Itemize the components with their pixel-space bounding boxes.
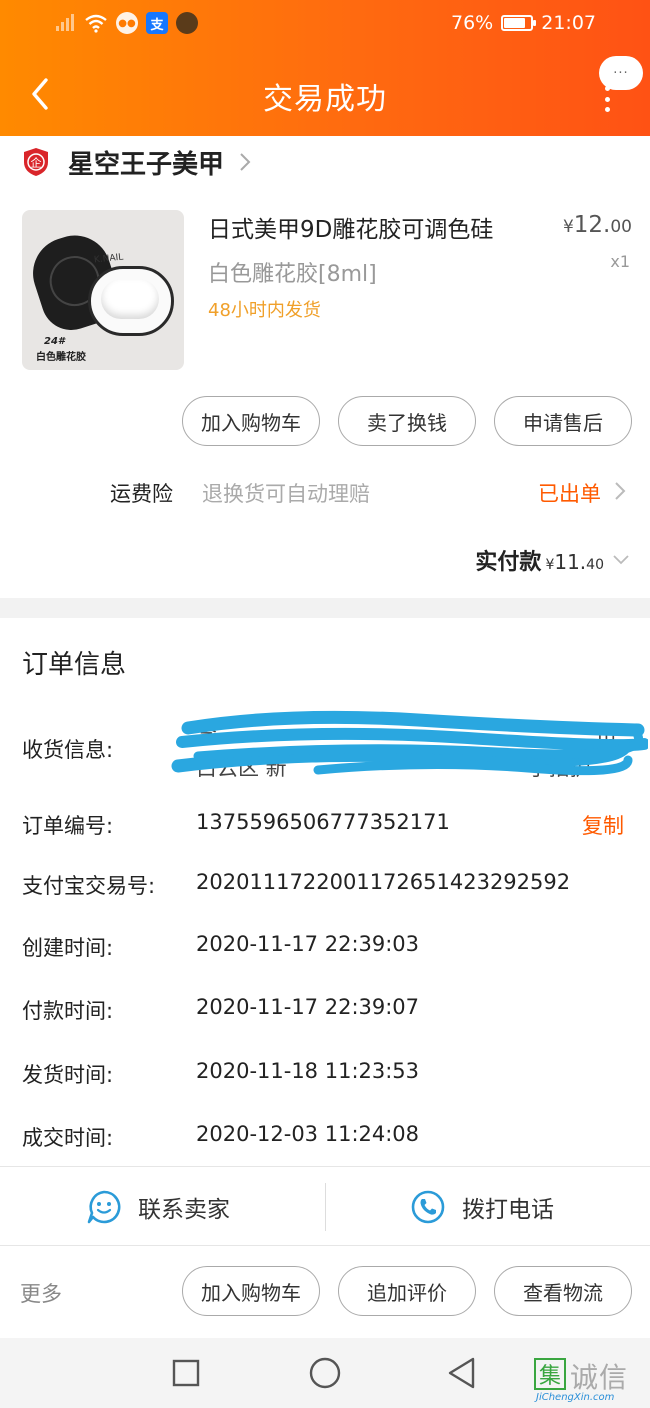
freight-insurance-status[interactable]: 已出单 bbox=[538, 478, 601, 508]
product-image[interactable]: K.NAIL 24# 白色雕花胶 bbox=[22, 210, 184, 370]
freight-insurance-desc: 退换货可自动理赔 bbox=[202, 482, 370, 506]
payment-time-label: 付款时间: bbox=[22, 999, 114, 1023]
signal-icon bbox=[56, 13, 76, 33]
divider bbox=[325, 1183, 326, 1231]
alipay-icon: 支 bbox=[146, 12, 168, 34]
status-icons-left: ●● 支 bbox=[56, 12, 198, 34]
status-icons-right: 76% 21:07 bbox=[451, 12, 596, 34]
clock: 21:07 bbox=[541, 12, 596, 34]
paid-label: 实付款 bbox=[475, 550, 542, 575]
wechat-icon: ●● bbox=[116, 12, 138, 34]
contact-bar: 联系卖家 拨打电话 bbox=[0, 1166, 650, 1246]
bottom-action-bar: 更多 加入购物车 追加评价 查看物流 bbox=[0, 1246, 650, 1338]
more-options-button[interactable]: ··· bbox=[599, 56, 643, 90]
status-bar: ●● 支 76% 21:07 bbox=[0, 0, 650, 52]
freight-insurance-label: 运费险 bbox=[110, 482, 173, 506]
shop-name: 星空王子美甲 bbox=[68, 149, 225, 180]
add-review-button[interactable]: 追加评价 bbox=[338, 1266, 476, 1316]
resell-button[interactable]: 卖了换钱 bbox=[338, 396, 476, 446]
copy-order-number-button[interactable]: 复制 bbox=[582, 810, 624, 840]
contact-seller-label: 联系卖家 bbox=[138, 1197, 230, 1223]
app-avatar-icon bbox=[176, 12, 198, 34]
alipay-trade-no-value: 2020111722001172651423292592 bbox=[196, 870, 571, 894]
product-title[interactable]: 日式美甲9D雕花胶可调色硅 bbox=[208, 210, 493, 244]
shop-link[interactable]: 企 星空王子美甲 bbox=[22, 142, 252, 182]
site-watermark: 集 诚信 JiChengXin.com bbox=[532, 1356, 650, 1408]
product-image-caption: 白色雕花胶 bbox=[36, 352, 86, 363]
watermark-text: 诚信 bbox=[570, 1361, 629, 1394]
product-quantity: x1 bbox=[610, 252, 630, 271]
battery-icon bbox=[501, 15, 537, 31]
completed-time-value: 2020-12-03 11:24:08 bbox=[196, 1122, 420, 1146]
add-to-cart-button[interactable]: 加入购物车 bbox=[182, 396, 320, 446]
battery-percent: 76% bbox=[451, 12, 494, 34]
product-sku: 白色雕花胶[8ml] bbox=[208, 262, 377, 287]
created-time-value: 2020-11-17 22:39:03 bbox=[196, 932, 420, 956]
watermark-logo: 集 bbox=[534, 1358, 566, 1390]
add-to-cart-button[interactable]: 加入购物车 bbox=[182, 1266, 320, 1316]
watermark-url: JiChengXin.com bbox=[536, 1392, 615, 1403]
phone-icon bbox=[411, 1190, 445, 1224]
order-info-title: 订单信息 bbox=[22, 650, 127, 680]
chat-face-icon bbox=[87, 1190, 121, 1224]
created-time-label: 创建时间: bbox=[22, 936, 114, 960]
app-header: ●● 支 76% 21:07 交易成功 ··· bbox=[0, 0, 650, 136]
chevron-down-icon bbox=[613, 555, 629, 565]
shipping-note: 48小时内发货 bbox=[208, 300, 321, 321]
completed-time-label: 成交时间: bbox=[22, 1126, 114, 1150]
order-info-card: 订单信息 收货信息: 李 市 白云区 新 一 手指护 订单编号: 1375596… bbox=[0, 618, 650, 1166]
order-number-value: 1375596506777352171 bbox=[196, 810, 450, 834]
shipping-info-label: 收货信息: bbox=[22, 738, 114, 762]
shipped-time-label: 发货时间: bbox=[22, 1063, 114, 1087]
more-actions-button[interactable]: 更多 bbox=[20, 1278, 62, 1308]
call-phone-button[interactable]: 拨打电话 bbox=[410, 1167, 554, 1247]
kebab-menu-icon[interactable] bbox=[601, 86, 613, 112]
payment-time-value: 2020-11-17 22:39:07 bbox=[196, 995, 420, 1019]
wifi-icon bbox=[85, 14, 107, 33]
paid-amount-row[interactable]: 实付款 ¥ 11. 40 bbox=[475, 544, 630, 576]
chevron-right-icon bbox=[240, 153, 251, 171]
svg-text:企: 企 bbox=[31, 156, 42, 170]
redaction-scribble bbox=[171, 710, 648, 776]
jar-body-graphic bbox=[88, 266, 174, 336]
after-sales-button[interactable]: 申请售后 bbox=[494, 396, 632, 446]
product-price: ¥12.00 bbox=[562, 212, 632, 238]
jar-brand-text: K.NAIL bbox=[93, 252, 124, 266]
product-image-code: 24# bbox=[44, 336, 65, 347]
shipped-time-value: 2020-11-18 11:23:53 bbox=[196, 1059, 420, 1083]
enterprise-shield-icon: 企 bbox=[24, 148, 48, 176]
back-triangle-icon[interactable] bbox=[446, 1356, 478, 1390]
page-title: 交易成功 bbox=[263, 82, 387, 117]
order-number-label: 订单编号: bbox=[22, 814, 114, 838]
contact-seller-button[interactable]: 联系卖家 bbox=[86, 1167, 230, 1247]
home-circle-icon[interactable] bbox=[308, 1356, 342, 1390]
chevron-right-icon[interactable] bbox=[614, 480, 626, 502]
alipay-trade-no-label: 支付宝交易号: bbox=[22, 874, 156, 898]
recents-square-icon[interactable] bbox=[171, 1358, 201, 1388]
view-logistics-button[interactable]: 查看物流 bbox=[494, 1266, 632, 1316]
call-phone-label: 拨打电话 bbox=[462, 1197, 554, 1223]
order-product-card: 企 星空王子美甲 K.NAIL 24# 白色雕花胶 日式美甲9D雕花胶可调色硅 … bbox=[0, 136, 650, 598]
